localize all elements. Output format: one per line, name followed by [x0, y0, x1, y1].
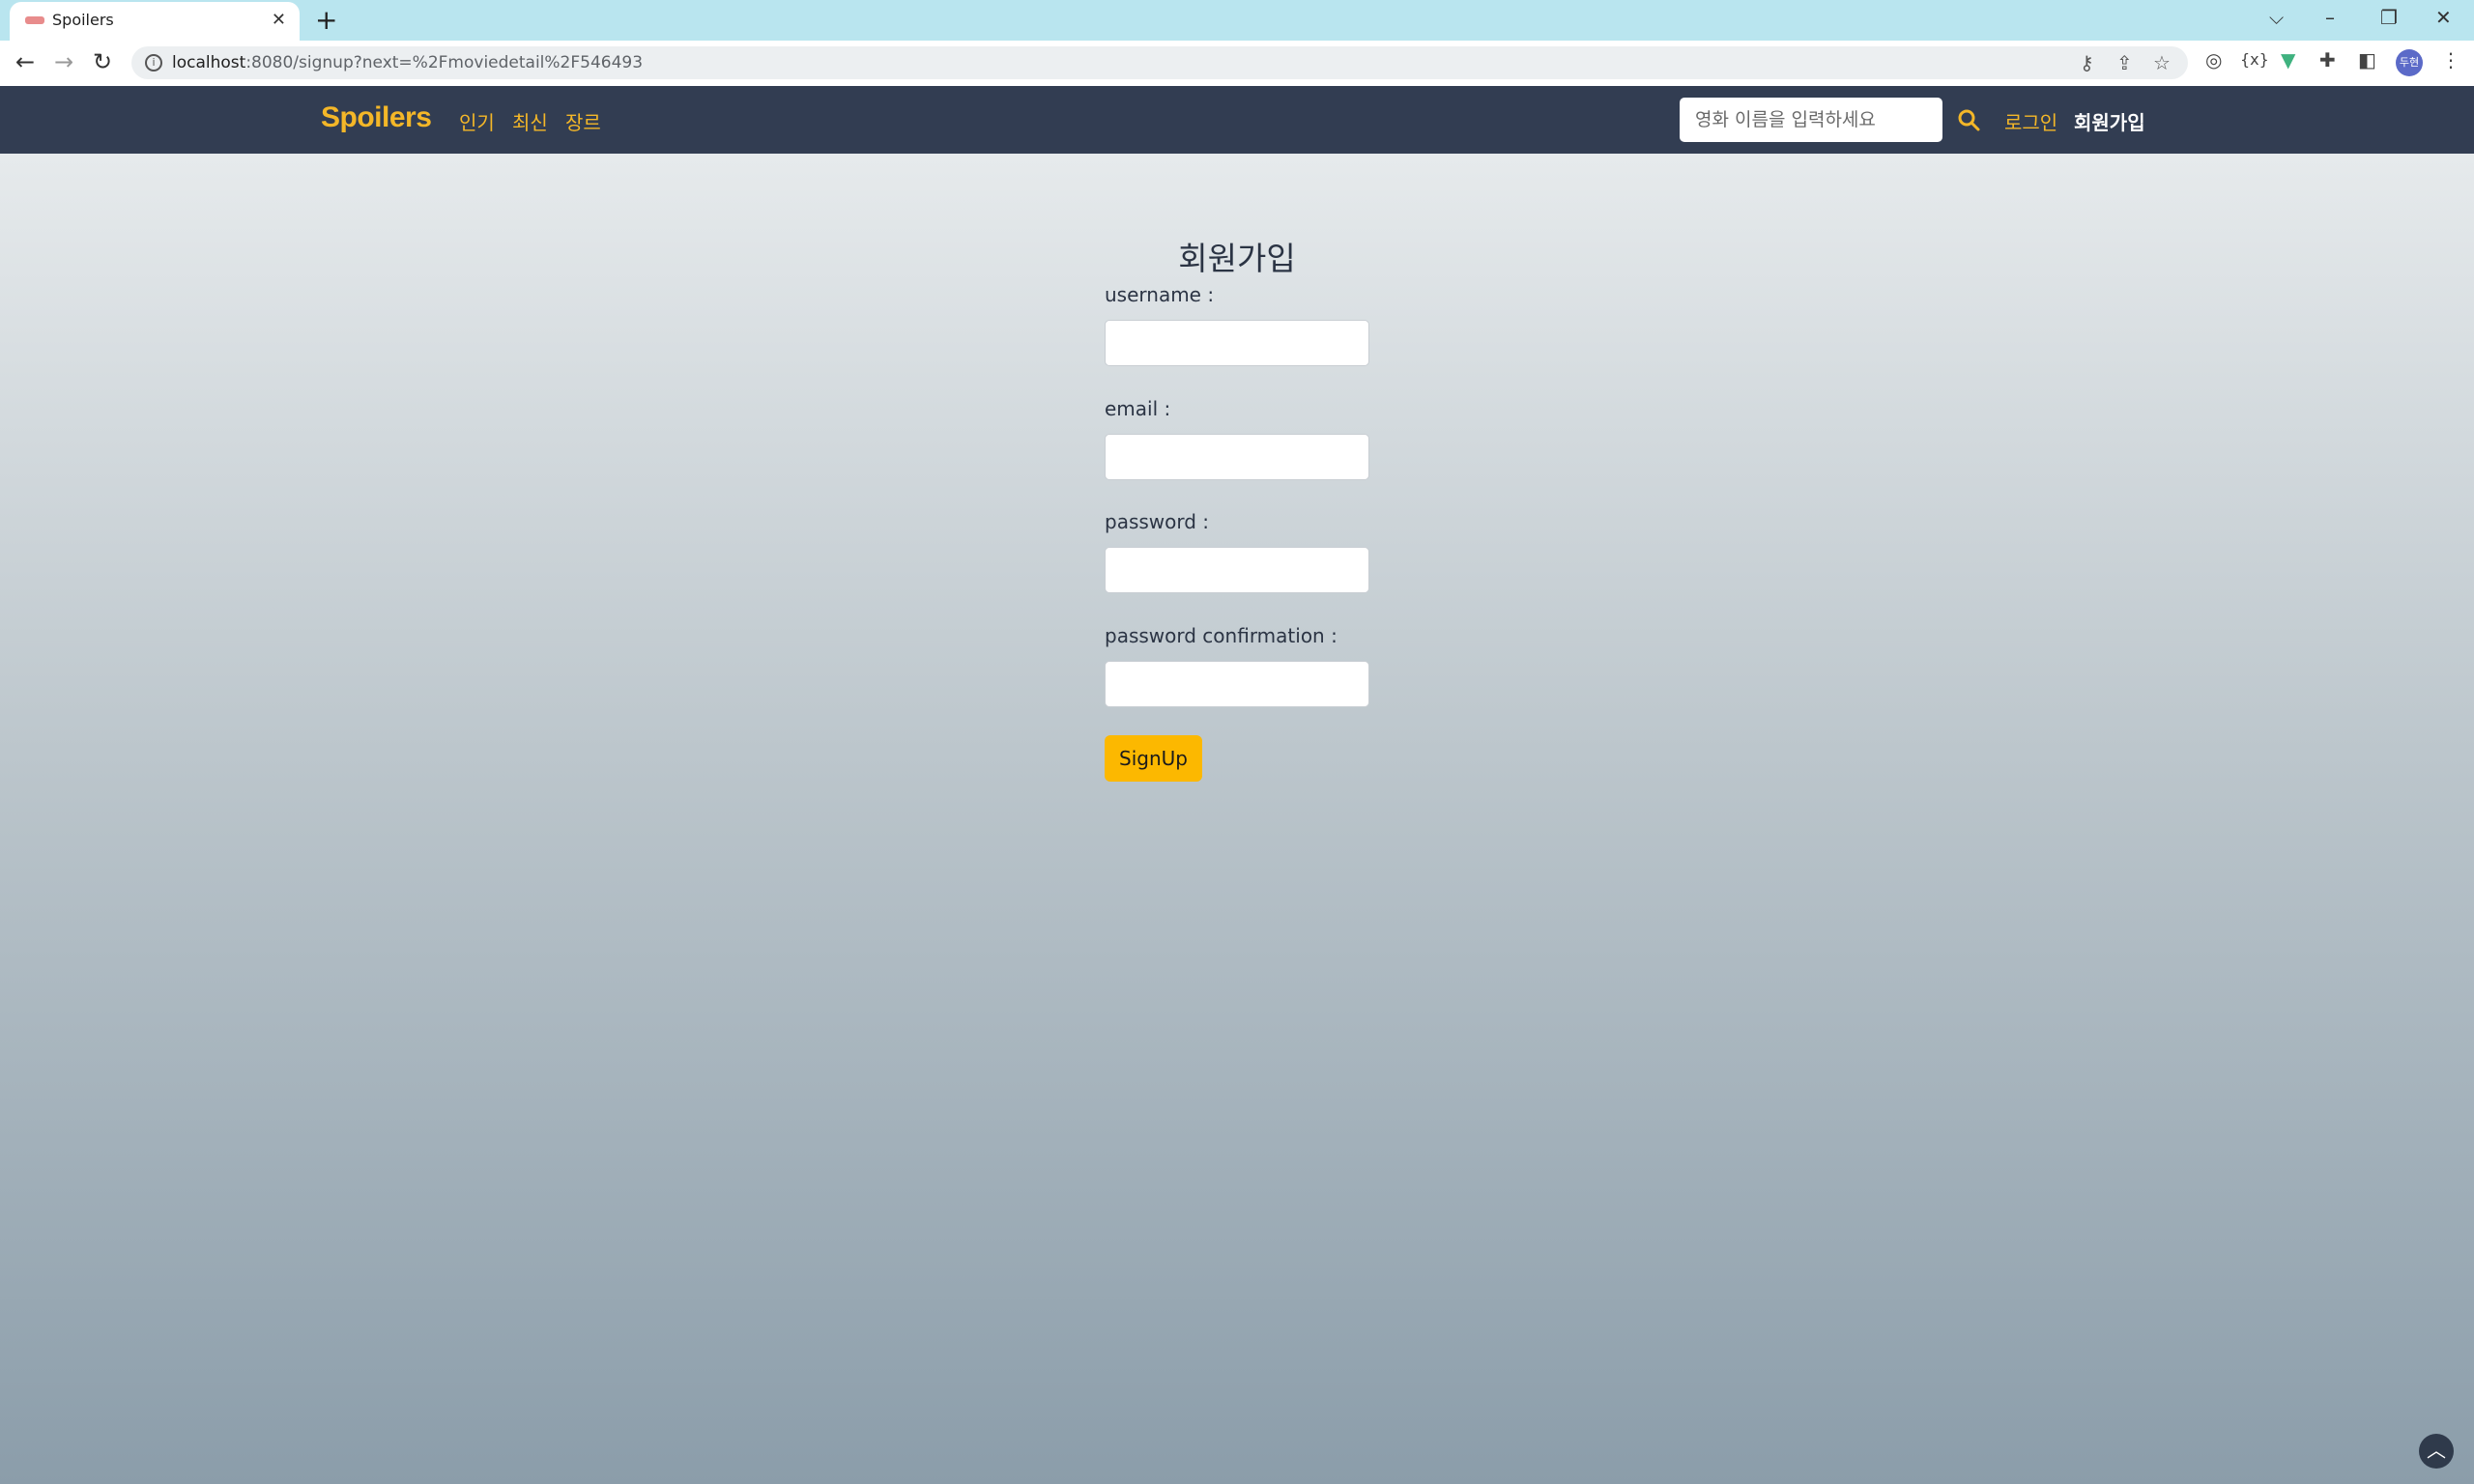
movie-search-input[interactable]	[1680, 98, 1942, 142]
json-extension-icon[interactable]: {x}	[2240, 50, 2269, 69]
nav-link-latest[interactable]: 최신	[512, 107, 548, 135]
scroll-to-top-icon[interactable]: ︿	[2419, 1434, 2454, 1469]
profile-avatar[interactable]: 두현	[2396, 49, 2423, 76]
main-content: 회원가입 username : email : password : passw…	[0, 154, 2474, 1484]
signup-button[interactable]: SignUp	[1105, 735, 1202, 782]
nav-link-popular[interactable]: 인기	[459, 107, 495, 135]
page-title: 회원가입	[1178, 240, 1296, 277]
back-icon[interactable]: ←	[15, 48, 35, 75]
address-bar[interactable]: i localhost:8080/signup?next=%2Fmoviedet…	[131, 46, 2188, 79]
bookmark-star-icon[interactable]: ☆	[2153, 51, 2171, 74]
new-tab-icon[interactable]: +	[315, 4, 337, 36]
email-field[interactable]	[1105, 434, 1369, 480]
vue-devtools-icon[interactable]: ▼	[2281, 48, 2295, 71]
forward-icon[interactable]: →	[54, 48, 73, 75]
tab-title: Spoilers	[52, 11, 114, 29]
signup-link[interactable]: 회원가입	[2074, 107, 2145, 135]
side-panel-icon[interactable]: ◧	[2358, 48, 2376, 71]
password-confirmation-field[interactable]	[1105, 661, 1369, 707]
username-label: username :	[1105, 283, 1215, 306]
browser-tab[interactable]: Spoilers ✕	[10, 2, 300, 41]
site-logo[interactable]: Spoilers	[321, 101, 432, 134]
site-info-icon[interactable]: i	[145, 54, 162, 71]
password-confirmation-label: password confirmation :	[1105, 624, 1338, 647]
site-navbar: Spoilers 인기 최신 장르 로그인 회원가입	[0, 86, 2474, 154]
close-tab-icon[interactable]: ✕	[272, 10, 286, 30]
url-text[interactable]: localhost:8080/signup?next=%2Fmoviedetai…	[172, 53, 643, 72]
restore-icon[interactable]: ❐	[2380, 6, 2398, 29]
reload-icon[interactable]: ↻	[93, 48, 112, 75]
minimize-icon[interactable]: –	[2325, 6, 2335, 29]
tab-search-chevron-icon[interactable]: ⌵	[2269, 6, 2284, 29]
close-window-icon[interactable]: ✕	[2435, 6, 2452, 29]
menu-kebab-icon[interactable]: ⋮	[2441, 48, 2460, 71]
login-link[interactable]: 로그인	[2004, 107, 2057, 135]
username-field[interactable]	[1105, 320, 1369, 366]
password-field[interactable]	[1105, 547, 1369, 593]
nav-link-genre[interactable]: 장르	[565, 107, 601, 135]
password-label: password :	[1105, 510, 1210, 533]
extension-icon[interactable]: ◎	[2205, 48, 2222, 71]
share-icon[interactable]: ⇪	[2116, 51, 2133, 74]
password-key-icon[interactable]: ⚷	[2080, 51, 2094, 74]
email-label: email :	[1105, 397, 1171, 420]
browser-toolbar: ← → ↻ i localhost:8080/signup?next=%2Fmo…	[0, 41, 2474, 86]
extensions-puzzle-icon[interactable]: ✚	[2319, 48, 2336, 71]
site-favicon-icon	[25, 16, 44, 24]
browser-tab-strip: Spoilers ✕ + ⌵ – ❐ ✕	[0, 0, 2474, 41]
search-icon[interactable]	[1956, 107, 1981, 132]
